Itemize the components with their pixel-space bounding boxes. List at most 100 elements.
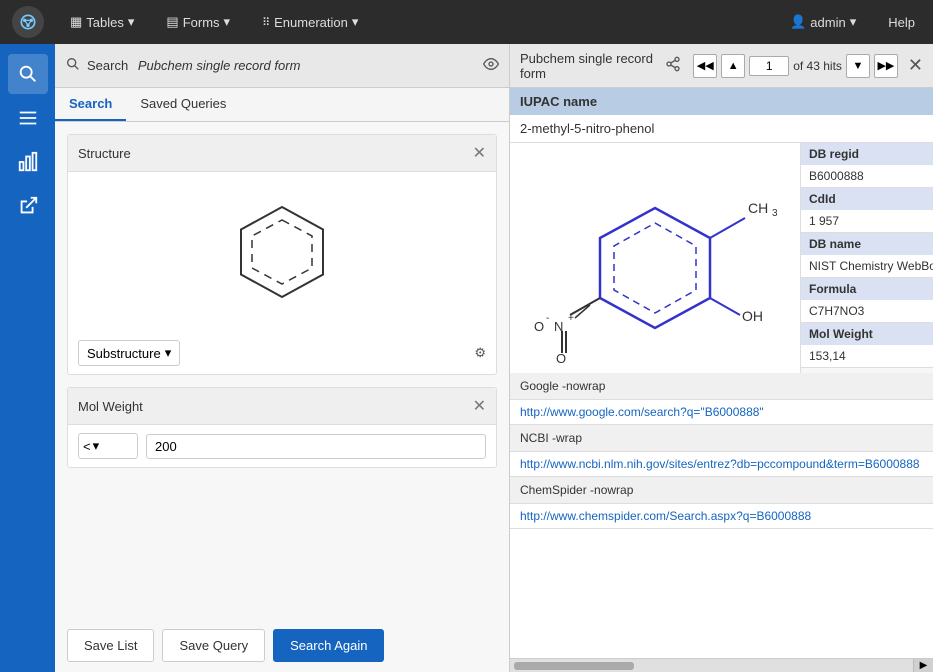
sidebar-export-btn[interactable] <box>8 186 48 226</box>
sidebar-list-btn[interactable] <box>8 98 48 138</box>
nav-prev-button[interactable]: ▲ <box>721 54 745 78</box>
prop-value-formula: C7H7NO3 <box>801 300 933 322</box>
chemspider-link-section: ChemSpider -nowrap http://www.chemspider… <box>510 477 933 529</box>
prop-row-cdid: CdId 1 957 <box>801 188 933 233</box>
tab-saved-queries[interactable]: Saved Queries <box>126 88 240 121</box>
structure-controls: Substructure ▾ ⚙ <box>68 332 496 374</box>
svg-text:O: O <box>534 319 544 334</box>
main-area: Search Pubchem single record form Search… <box>0 44 933 672</box>
svg-text:3: 3 <box>772 208 778 219</box>
record-scrollbar[interactable]: ▶ <box>510 658 933 672</box>
share-icon[interactable] <box>665 56 681 75</box>
prop-row-dbname: DB name NIST Chemistry WebBo <box>801 233 933 278</box>
tables-menu[interactable]: ▦ Tables ▾ <box>64 10 140 34</box>
iupac-header: IUPAC name <box>510 88 933 115</box>
admin-label: admin <box>810 15 845 30</box>
search-tabs: Search Saved Queries <box>55 88 509 122</box>
iupac-value-text: 2-methyl-5-nitro-phenol <box>520 121 654 136</box>
prop-label-formula: Formula <box>801 278 933 300</box>
prop-value-dbname: NIST Chemistry WebBo <box>801 255 933 277</box>
molecule-image: CH 3 OH O - N + <box>510 143 800 373</box>
admin-icon: 👤 <box>790 14 806 30</box>
prop-label-cdid: CdId <box>801 188 933 210</box>
ncbi-link-section: NCBI -wrap http://www.ncbi.nlm.nih.gov/s… <box>510 425 933 477</box>
search-panel: Search Pubchem single record form Search… <box>55 44 510 672</box>
sidebar-chart-btn[interactable] <box>8 142 48 182</box>
google-link-url[interactable]: http://www.google.com/search?q="B6000888… <box>510 400 933 424</box>
help-menu[interactable]: Help <box>882 11 921 34</box>
mol-weight-operator[interactable]: < ▾ <box>78 433 138 459</box>
properties-panel: DB regid B6000888 CdId 1 957 <box>800 143 933 373</box>
search-panel-form-name: Pubchem single record form <box>134 58 300 73</box>
forms-icon: ▤ <box>166 14 178 30</box>
ncbi-link-url[interactable]: http://www.ncbi.nlm.nih.gov/sites/entrez… <box>510 452 933 476</box>
mol-weight-card-header: Mol Weight ✕ <box>68 388 496 425</box>
search-panel-search-icon <box>65 56 81 75</box>
prop-row-dbregid: DB regid B6000888 <box>801 143 933 188</box>
iupac-label: IUPAC name <box>520 94 597 109</box>
operator-arrow-icon: ▾ <box>93 438 100 454</box>
svg-text:+: + <box>568 313 574 324</box>
mol-weight-card-title: Mol Weight <box>78 399 143 414</box>
record-content: IUPAC name 2-methyl-5-nitro-phenol <box>510 88 933 658</box>
structure-gear-icon[interactable]: ⚙ <box>474 345 486 361</box>
prop-label-dbname: DB name <box>801 233 933 255</box>
forms-menu[interactable]: ▤ Forms ▾ <box>160 10 236 34</box>
mol-weight-row: < ▾ <box>68 425 496 467</box>
search-content: Structure ✕ Substructure <box>55 122 509 619</box>
search-again-button[interactable]: Search Again <box>273 629 384 662</box>
substructure-dropdown[interactable]: Substructure ▾ <box>78 340 180 366</box>
record-close-button[interactable]: ✕ <box>908 55 923 76</box>
record-panel: Pubchem single record form ◀◀ ▲ of 43 hi… <box>510 44 933 672</box>
enumeration-menu[interactable]: ⠿ Enumeration ▾ <box>256 10 364 34</box>
forms-label: Forms <box>183 15 220 30</box>
hits-text: of 43 hits <box>793 59 842 73</box>
nav-next-button[interactable]: ▼ <box>846 54 870 78</box>
dropdown-arrow-icon: ▾ <box>165 345 172 361</box>
forms-arrow-icon: ▾ <box>224 14 231 30</box>
svg-text:-: - <box>546 313 549 324</box>
save-query-button[interactable]: Save Query <box>162 629 265 662</box>
top-nav: ▦ Tables ▾ ▤ Forms ▾ ⠿ Enumeration ▾ 👤 a… <box>0 0 933 44</box>
nav-last-button[interactable]: ▶▶ <box>874 54 898 78</box>
eye-icon[interactable] <box>483 56 499 75</box>
mol-weight-input[interactable] <box>146 434 486 459</box>
tables-arrow-icon: ▾ <box>128 14 135 30</box>
structure-card: Structure ✕ Substructure <box>67 134 497 375</box>
save-list-button[interactable]: Save List <box>67 629 154 662</box>
structure-card-header: Structure ✕ <box>68 135 496 172</box>
prop-value-cdid: 1 957 <box>801 210 933 232</box>
prop-label-molweight: Mol Weight 🔍 <box>801 323 933 345</box>
mol-weight-card: Mol Weight ✕ < ▾ <box>67 387 497 468</box>
iupac-value: 2-methyl-5-nitro-phenol <box>510 115 933 143</box>
svg-text:CH: CH <box>748 200 768 216</box>
prop-value-dbregid: B6000888 <box>801 165 933 187</box>
enumeration-icon: ⠿ <box>262 16 270 29</box>
enumeration-label: Enumeration <box>274 15 348 30</box>
structure-drawing[interactable] <box>68 172 496 332</box>
chemspider-link-url[interactable]: http://www.chemspider.com/Search.aspx?q=… <box>510 504 933 528</box>
mol-weight-card-close[interactable]: ✕ <box>473 396 486 416</box>
structure-card-close[interactable]: ✕ <box>473 143 486 163</box>
tab-search[interactable]: Search <box>55 88 126 121</box>
record-nav-buttons: ◀◀ ▲ of 43 hits ▼ ▶▶ <box>693 54 898 78</box>
structure-card-title: Structure <box>78 146 131 161</box>
operator-value: < <box>83 439 91 454</box>
google-link-header: Google -nowrap <box>510 373 933 400</box>
substructure-value: Substructure <box>87 346 161 361</box>
action-buttons: Save List Save Query Search Again <box>55 619 509 672</box>
google-link-section: Google -nowrap http://www.google.com/sea… <box>510 373 933 425</box>
prop-row-formula: Formula C7H7NO3 <box>801 278 933 323</box>
search-panel-header: Search Pubchem single record form <box>55 44 509 88</box>
page-number-input[interactable] <box>749 56 789 76</box>
nav-first-button[interactable]: ◀◀ <box>693 54 717 78</box>
svg-text:O: O <box>556 351 566 363</box>
scrollbar-right-btn[interactable]: ▶ <box>913 659 933 672</box>
admin-menu[interactable]: 👤 admin ▾ <box>784 10 862 34</box>
record-title: Pubchem single record form <box>520 51 659 81</box>
admin-arrow-icon: ▾ <box>850 14 857 30</box>
svg-text:OH: OH <box>742 308 763 324</box>
ncbi-link-header: NCBI -wrap <box>510 425 933 452</box>
prop-value-molweight: 153,14 <box>801 345 933 367</box>
sidebar-search-btn[interactable] <box>8 54 48 94</box>
